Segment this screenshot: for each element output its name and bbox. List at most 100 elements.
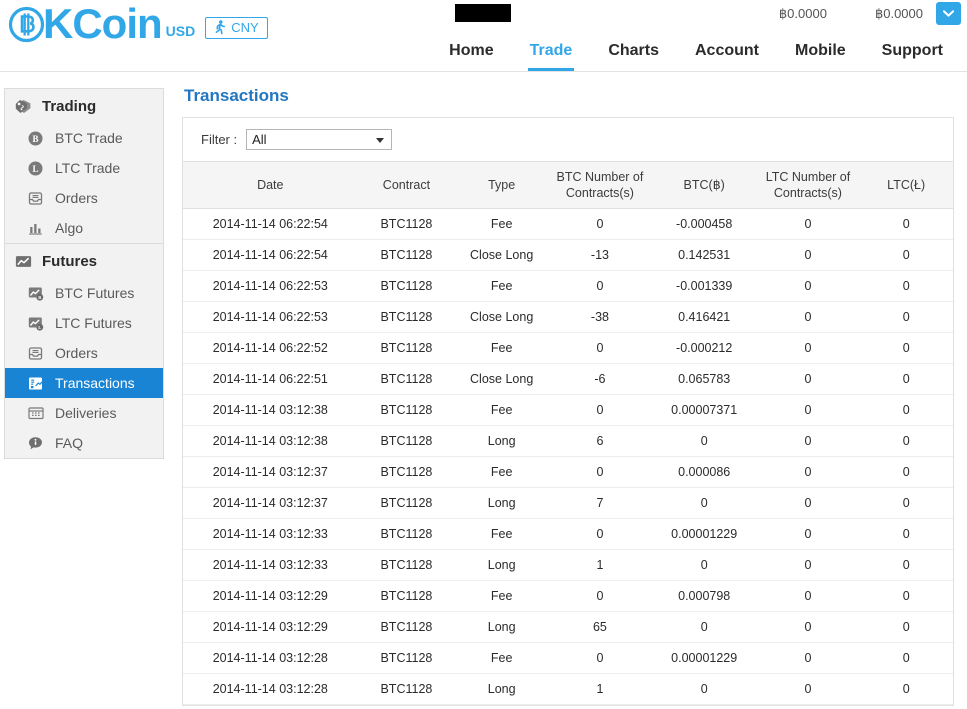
cell-btc_contracts: -38: [548, 301, 652, 333]
cell-ltc: 0: [859, 642, 953, 674]
cell-ltc: 0: [859, 673, 953, 705]
cell-type: Long: [455, 611, 549, 643]
cell-date: 2014-11-14 06:22:54: [183, 208, 358, 240]
cell-ltc: 0: [859, 239, 953, 271]
main-content: Transactions Filter : All Date Contract …: [182, 86, 954, 706]
brand-wordmark: KCoin: [43, 0, 163, 47]
svg-text:B: B: [32, 134, 38, 144]
table-row: 2014-11-14 03:12:37 BTC1128 Fee 0 0.000086 0 0: [183, 456, 953, 488]
nav-item-support[interactable]: Support: [864, 42, 961, 71]
cell-contract: BTC1128: [357, 642, 456, 674]
table-row: 2014-11-14 06:22:52 BTC1128 Fee 0 -0.000212 0…: [183, 332, 953, 364]
sidebar-group-trading: Trading B BTC Trade L LTC Trade Orders A…: [5, 89, 163, 243]
sidebar-item-label: Orders: [55, 190, 98, 206]
cell-ltc_contracts: 0: [756, 301, 860, 333]
cell-type: Fee: [455, 456, 549, 488]
column-header-btc-contracts: BTC Number of Contracts(s): [548, 162, 652, 209]
cell-date: 2014-11-14 03:12:37: [183, 456, 358, 488]
table-row: 2014-11-14 03:12:28 BTC1128 Fee 0 0.00001229…: [183, 642, 953, 674]
cell-btc_contracts: 1: [548, 549, 652, 581]
sidebar-item-label: Deliveries: [55, 405, 117, 421]
nav-item-trade[interactable]: Trade: [512, 42, 591, 71]
cell-date: 2014-11-14 03:12:28: [183, 642, 358, 674]
sidebar-item-algo[interactable]: Algo: [5, 213, 163, 243]
cell-date: 2014-11-14 03:12:33: [183, 549, 358, 581]
calendar-grid-icon: [27, 405, 44, 422]
sidebar-group-title: Trading: [42, 97, 97, 115]
currency-toggle-cny-button[interactable]: CNY: [205, 16, 268, 39]
filter-label: Filter :: [201, 132, 238, 147]
filter-select[interactable]: All: [246, 129, 393, 150]
nav-item-charts[interactable]: Charts: [590, 42, 677, 71]
column-header-ltc: LTC(Ł): [859, 162, 953, 209]
page-title: Transactions: [184, 86, 289, 105]
sidebar-group-header-futures: Futures: [5, 244, 163, 278]
nav-item-home[interactable]: Home: [431, 42, 511, 71]
cell-type: Close Long: [455, 363, 549, 395]
cell-contract: BTC1128: [357, 363, 456, 395]
svg-text:L: L: [32, 164, 38, 174]
litecoin-coin-icon: L: [27, 160, 44, 177]
sidebar-item-ltc-trade[interactable]: L LTC Trade: [5, 153, 163, 183]
cell-ltc: 0: [859, 611, 953, 643]
sidebar-group-futures: Futures B BTC Futures L LTC Futures Orde…: [5, 243, 163, 458]
bitcoin-coin-icon: B: [27, 130, 44, 147]
cell-date: 2014-11-14 03:12:29: [183, 580, 358, 612]
cell-btc: 0.00001229: [651, 642, 757, 674]
cell-ltc: 0: [859, 394, 953, 426]
sidebar-item-transactions[interactable]: Transactions: [5, 368, 163, 398]
table-row: 2014-11-14 03:12:29 BTC1128 Fee 0 0.000798 0 0: [183, 580, 953, 612]
cell-ltc: 0: [859, 425, 953, 457]
cell-contract: BTC1128: [357, 239, 456, 271]
cell-btc: 0.00007371: [651, 394, 757, 426]
nav-item-mobile[interactable]: Mobile: [777, 42, 864, 71]
cell-ltc_contracts: 0: [756, 580, 860, 612]
sidebar-item-btc-trade[interactable]: B BTC Trade: [5, 123, 163, 153]
cell-btc: -0.001339: [651, 270, 757, 302]
nav-item-account[interactable]: Account: [677, 42, 777, 71]
trend-line-icon: [15, 253, 32, 270]
cell-type: Fee: [455, 332, 549, 364]
sidebar-item-btc-futures[interactable]: B BTC Futures: [5, 278, 163, 308]
cell-btc: 0.00001229: [651, 518, 757, 550]
column-header-date: Date: [183, 162, 358, 209]
cell-btc_contracts: 65: [548, 611, 652, 643]
cell-type: Fee: [455, 394, 549, 426]
table-row: 2014-11-14 03:12:37 BTC1128 Long 7 0 0 0: [183, 487, 953, 519]
table-row: 2014-11-14 06:22:53 BTC1128 Fee 0 -0.001339 0…: [183, 270, 953, 302]
cell-date: 2014-11-14 06:22:52: [183, 332, 358, 364]
cell-btc: 0.065783: [651, 363, 757, 395]
cell-date: 2014-11-14 03:12:37: [183, 487, 358, 519]
sidebar-item-label: FAQ: [55, 435, 84, 451]
table-row: 2014-11-14 03:12:38 BTC1128 Fee 0 0.00007371…: [183, 394, 953, 426]
sidebar-item-ltc-futures[interactable]: L LTC Futures: [5, 308, 163, 338]
cell-date: 2014-11-14 03:12:33: [183, 518, 358, 550]
cell-btc_contracts: 0: [548, 270, 652, 302]
cell-contract: BTC1128: [357, 270, 456, 302]
sidebar-item-orders-trading[interactable]: Orders: [5, 183, 163, 213]
litecoin-futures-icon: L: [27, 315, 44, 332]
currency-toggle-label: CNY: [231, 20, 259, 35]
cell-date: 2014-11-14 06:22:53: [183, 270, 358, 302]
info-bubble-icon: [27, 435, 44, 452]
cell-btc_contracts: 0: [548, 580, 652, 612]
cell-ltc_contracts: 0: [756, 456, 860, 488]
sidebar-item-faq[interactable]: FAQ: [5, 428, 163, 458]
cell-btc_contracts: 6: [548, 425, 652, 457]
table-header-row: Date Contract Type BTC Number of Contrac…: [183, 162, 953, 209]
sidebar-item-orders-futures[interactable]: Orders: [5, 338, 163, 368]
table-row: 2014-11-14 03:12:38 BTC1128 Long 6 0 0 0: [183, 425, 953, 457]
cell-contract: BTC1128: [357, 425, 456, 457]
site-header: KCoin USD CNY ฿0.0000 ฿0.0000 Home Trade…: [0, 0, 967, 72]
brand-area[interactable]: KCoin USD CNY: [8, 2, 268, 46]
table-row: 2014-11-14 06:22:54 BTC1128 Fee 0 -0.000458 0…: [183, 208, 953, 240]
transactions-table: Date Contract Type BTC Number of Contrac…: [183, 162, 953, 705]
cell-btc: 0.000798: [651, 580, 757, 612]
sidebar-item-deliveries[interactable]: Deliveries: [5, 398, 163, 428]
cell-btc: -0.000212: [651, 332, 757, 364]
price-tags-icon: [15, 98, 32, 115]
bar-chart-icon: [27, 220, 44, 237]
header-dropdown-button[interactable]: [936, 2, 961, 25]
cell-contract: BTC1128: [357, 301, 456, 333]
cell-ltc_contracts: 0: [756, 332, 860, 364]
